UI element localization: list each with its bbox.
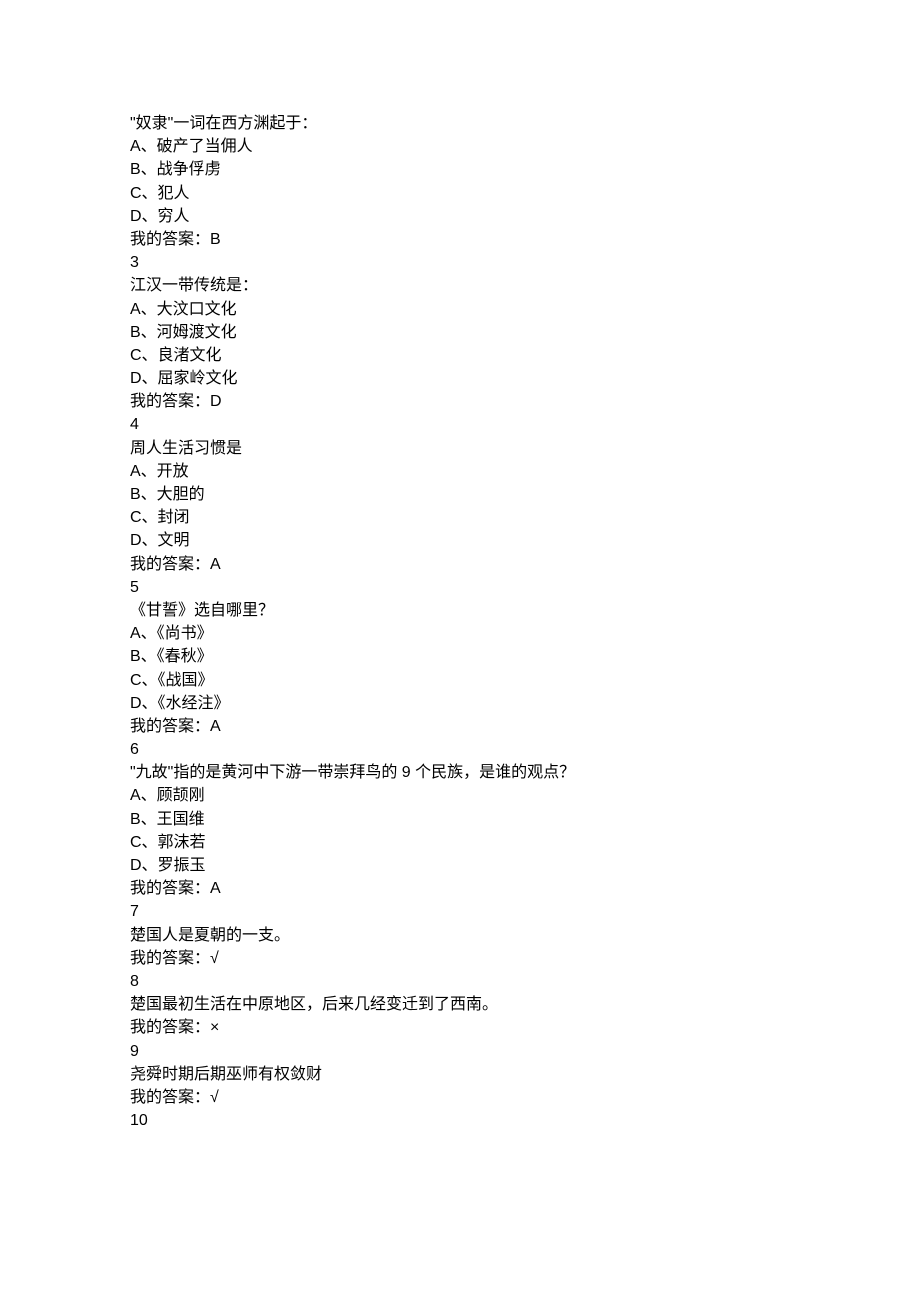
question-text: 江汉一带传统是：: [130, 274, 790, 297]
option-text: C、犯人: [130, 182, 790, 205]
option-text: A、顾颉刚: [130, 784, 790, 807]
option-text: C、郭沫若: [130, 831, 790, 854]
question-number: 3: [130, 251, 790, 274]
my-answer: 我的答案：√: [130, 947, 790, 970]
my-answer: 我的答案：×: [130, 1016, 790, 1039]
question-text: 楚国最初生活在中原地区，后来几经变迁到了西南。: [130, 993, 790, 1016]
question-number: 7: [130, 900, 790, 923]
question-text: "奴隶"一词在西方渊起于：: [130, 112, 790, 135]
option-text: D、屈家岭文化: [130, 367, 790, 390]
option-text: A、大汶口文化: [130, 298, 790, 321]
option-text: C、良渚文化: [130, 344, 790, 367]
my-answer: 我的答案：A: [130, 553, 790, 576]
question-text: 《甘誓》选自哪里？: [130, 599, 790, 622]
option-text: B、王国维: [130, 808, 790, 831]
option-text: B、河姆渡文化: [130, 321, 790, 344]
question-number: 5: [130, 576, 790, 599]
my-answer: 我的答案：D: [130, 390, 790, 413]
question-number: 4: [130, 413, 790, 436]
option-text: D、罗振玉: [130, 854, 790, 877]
question-text: "九故"指的是黄河中下游一带崇拜鸟的 9 个民族，是谁的观点？: [130, 761, 790, 784]
option-text: B、大胆的: [130, 483, 790, 506]
my-answer: 我的答案：B: [130, 228, 790, 251]
question-number: 10: [130, 1109, 790, 1132]
question-number: 8: [130, 970, 790, 993]
question-text: 尧舜时期后期巫师有权敛财: [130, 1063, 790, 1086]
option-text: A、开放: [130, 460, 790, 483]
option-text: D、穷人: [130, 205, 790, 228]
document-page: "奴隶"一词在西方渊起于：A、破产了当佣人B、战争俘虏C、犯人D、穷人我的答案：…: [0, 0, 920, 1192]
option-text: B、《春秋》: [130, 645, 790, 668]
option-text: D、文明: [130, 529, 790, 552]
option-text: A、《尚书》: [130, 622, 790, 645]
option-text: D、《水经注》: [130, 692, 790, 715]
option-text: C、封闭: [130, 506, 790, 529]
my-answer: 我的答案：A: [130, 715, 790, 738]
option-text: C、《战国》: [130, 669, 790, 692]
question-text: 楚国人是夏朝的一支。: [130, 924, 790, 947]
question-text: 周人生活习惯是: [130, 437, 790, 460]
option-text: A、破产了当佣人: [130, 135, 790, 158]
option-text: B、战争俘虏: [130, 158, 790, 181]
question-number: 6: [130, 738, 790, 761]
my-answer: 我的答案：A: [130, 877, 790, 900]
question-number: 9: [130, 1040, 790, 1063]
my-answer: 我的答案：√: [130, 1086, 790, 1109]
